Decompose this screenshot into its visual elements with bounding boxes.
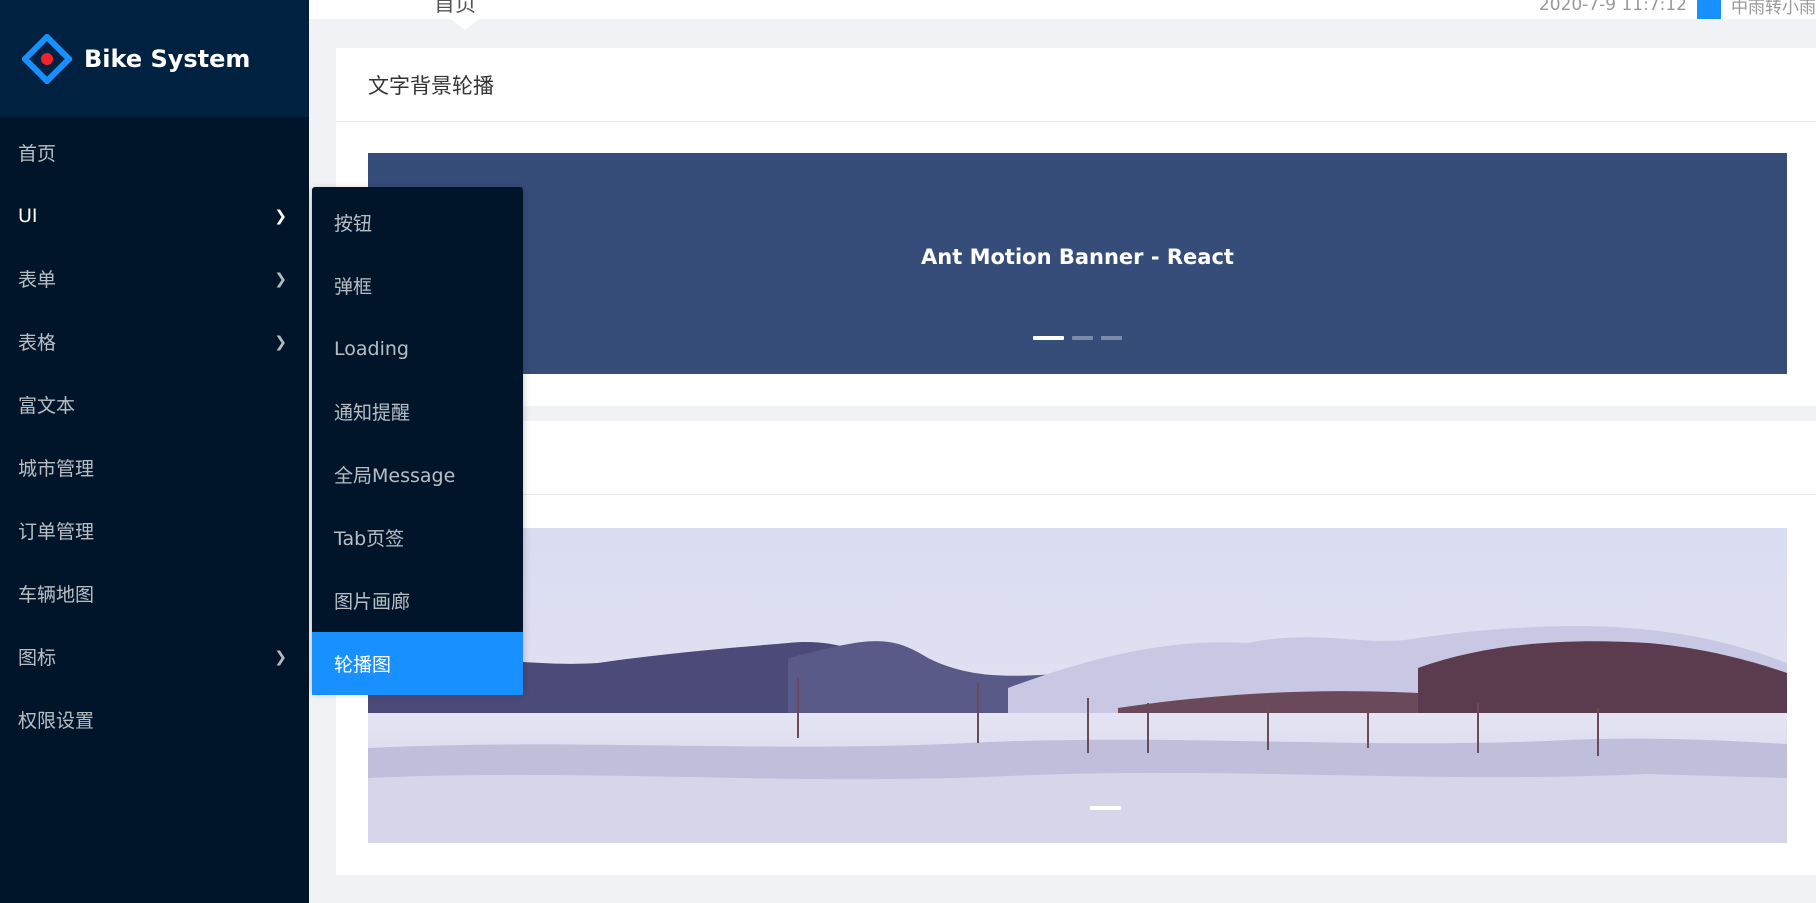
- card-title: 文字背景轮播: [336, 48, 1816, 122]
- logo[interactable]: Bike System: [0, 0, 309, 117]
- card-title: [336, 421, 1816, 495]
- sidebar-item-label: 车辆地图: [18, 584, 95, 606]
- sidebar-item-order[interactable]: 订单管理: [0, 499, 309, 562]
- submenu-item-buttons[interactable]: 按钮: [312, 191, 523, 254]
- header-info: 2020-7-9 11:7:12 中雨转小雨: [1539, 0, 1816, 19]
- sidebar-item-label: 订单管理: [18, 521, 95, 543]
- sidebar: Bike System 首页 UI ❯ 表单 ❯ 表格 ❯ 富文本 城市管理 订单管理…: [0, 0, 309, 903]
- breadcrumb: 首页: [434, 0, 476, 16]
- carousel-dots: [368, 336, 1787, 340]
- carousel-dot[interactable]: [1101, 336, 1122, 340]
- sidebar-menu: 首页 UI ❯ 表单 ❯ 表格 ❯ 富文本 城市管理 订单管理 车辆地图 图标 ❯ 权限…: [0, 117, 309, 751]
- sidebar-item-bike-map[interactable]: 车辆地图: [0, 562, 309, 625]
- text-carousel[interactable]: Ant Motion Banner - React: [368, 153, 1787, 374]
- image-carousel[interactable]: [368, 528, 1787, 843]
- sidebar-item-home[interactable]: 首页: [0, 121, 309, 184]
- sidebar-item-label: 表格: [18, 332, 57, 354]
- carousel-dot[interactable]: [1090, 806, 1121, 810]
- app-title: Bike System: [84, 44, 251, 73]
- sidebar-item-label: 权限设置: [18, 710, 95, 732]
- sidebar-item-ui[interactable]: UI ❯: [0, 184, 309, 247]
- chevron-right-icon: ❯: [274, 647, 287, 666]
- submenu-item-modals[interactable]: 弹框: [312, 254, 523, 317]
- carousel-dot[interactable]: [1072, 336, 1093, 340]
- carousel-dot[interactable]: [1033, 336, 1064, 340]
- sidebar-item-permission[interactable]: 权限设置: [0, 688, 309, 751]
- breadcrumb-arrow: [451, 19, 479, 30]
- chevron-right-icon: ❯: [274, 206, 287, 225]
- carousel-image: [368, 528, 1787, 843]
- submenu-item-loading[interactable]: Loading: [312, 317, 523, 380]
- submenu-item-carousel[interactable]: 轮播图: [312, 632, 523, 695]
- sidebar-item-label: 首页: [18, 143, 57, 165]
- submenu-item-gallery[interactable]: 图片画廊: [312, 569, 523, 632]
- ui-submenu: 按钮 弹框 Loading 通知提醒 全局Message Tab页签 图片画廊 …: [312, 187, 523, 695]
- sidebar-item-city[interactable]: 城市管理: [0, 436, 309, 499]
- submenu-item-notification[interactable]: 通知提醒: [312, 380, 523, 443]
- sidebar-item-form[interactable]: 表单 ❯: [0, 247, 309, 310]
- weather-icon: [1697, 0, 1721, 19]
- header: 首页 2020-7-9 11:7:12 中雨转小雨: [309, 0, 1816, 19]
- sidebar-item-table[interactable]: 表格 ❯: [0, 310, 309, 373]
- header-date: 2020-7-9 11:7:12: [1538, 0, 1687, 15]
- sidebar-item-label: 城市管理: [18, 458, 95, 480]
- chevron-right-icon: ❯: [274, 269, 287, 288]
- sidebar-item-label: 富文本: [18, 395, 76, 417]
- sidebar-item-label: 表单: [18, 269, 57, 291]
- submenu-item-message[interactable]: 全局Message: [312, 443, 523, 506]
- logo-icon: [20, 32, 74, 85]
- chevron-right-icon: ❯: [274, 332, 287, 351]
- sidebar-item-icons[interactable]: 图标 ❯: [0, 625, 309, 688]
- sidebar-item-label: 图标: [18, 647, 57, 669]
- sidebar-item-label: UI: [18, 204, 38, 227]
- sidebar-item-rich-text[interactable]: 富文本: [0, 373, 309, 436]
- banner-title: Ant Motion Banner - React: [921, 245, 1234, 269]
- header-weather: 中雨转小雨: [1731, 0, 1816, 18]
- submenu-item-tabs[interactable]: Tab页签: [312, 506, 523, 569]
